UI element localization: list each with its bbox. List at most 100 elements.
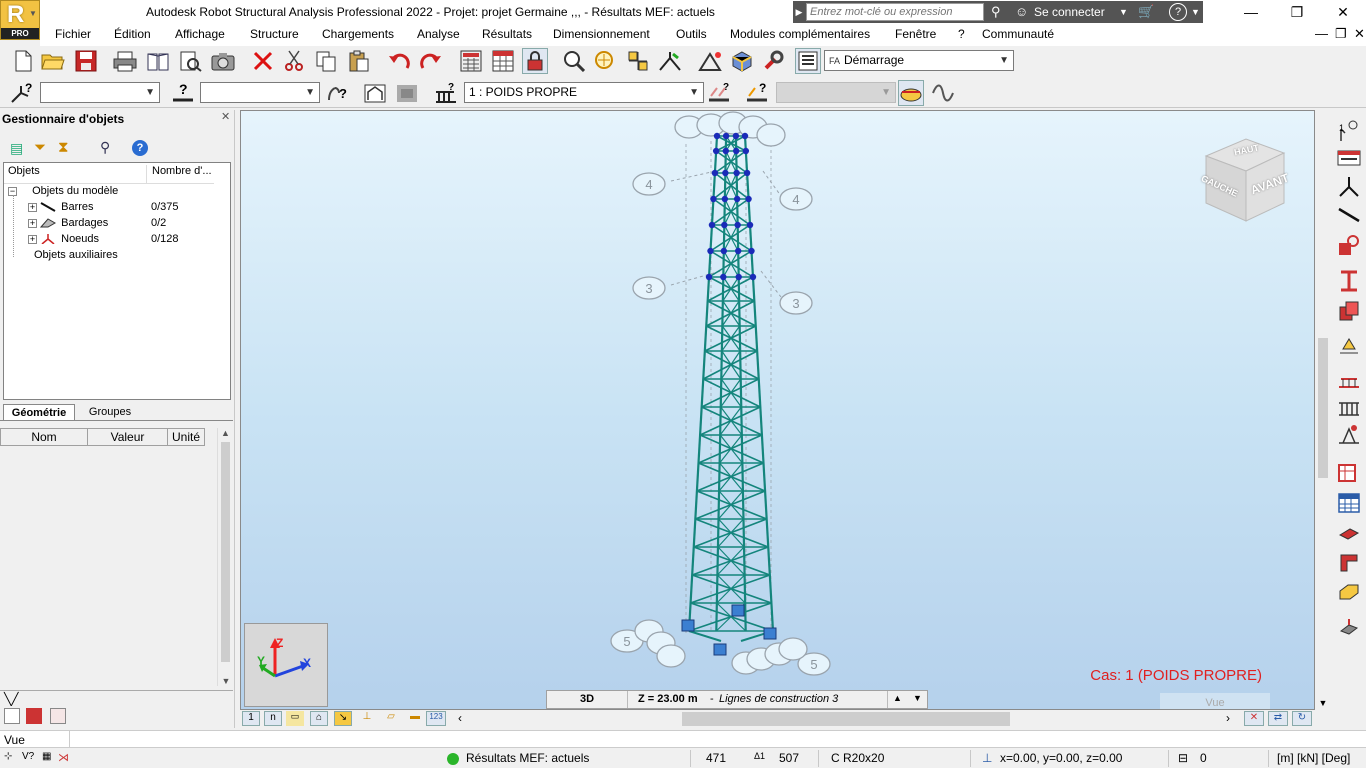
undo-icon[interactable] [386, 48, 412, 74]
menu-outils[interactable]: Outils [676, 27, 707, 41]
screen-capture-icon[interactable] [210, 48, 236, 74]
nodes-icon[interactable] [1336, 174, 1362, 200]
bar-selection-combo[interactable]: ▼ [200, 82, 320, 103]
zoom-window-icon[interactable] [592, 48, 618, 74]
print-icon[interactable] [112, 48, 138, 74]
loads-icon[interactable] [1336, 366, 1362, 392]
zoom-icon[interactable] [561, 48, 587, 74]
delete-icon[interactable] [250, 48, 276, 74]
section-view-icon[interactable] [26, 708, 42, 724]
load-definition-icon[interactable]: ? [706, 80, 732, 106]
search-icon[interactable]: ⚲ [100, 139, 110, 156]
expand-icon[interactable]: + [28, 202, 37, 212]
scroll-down-icon[interactable]: ▼ [1315, 698, 1331, 708]
settings-wrench-icon[interactable] [760, 48, 786, 74]
hide-icon[interactable]: ✕ [1244, 711, 1264, 726]
menu-resultats[interactable]: Résultats [482, 27, 532, 41]
tree-view-icon[interactable] [4, 708, 20, 724]
tree-row-claddings[interactable]: + Bardages 0/2 [28, 217, 218, 229]
binoculars-icon[interactable]: ⚲ [991, 3, 1001, 21]
table-icon[interactable] [490, 48, 516, 74]
chevron-down-icon[interactable]: ▼ [1119, 3, 1128, 21]
units[interactable]: [m] [kN] [Deg] [1277, 751, 1350, 765]
pan-icon[interactable] [625, 48, 651, 74]
bar-numbers-icon[interactable]: n [264, 711, 282, 726]
numbering-icon[interactable]: 123 [426, 711, 446, 726]
scroll-right-icon[interactable]: › [1226, 711, 1230, 725]
tab-groupes[interactable]: Groupes [80, 404, 140, 420]
prop-header-value[interactable]: Valeur [87, 428, 168, 446]
resize-grip-icon[interactable]: ╲╱ [4, 692, 18, 706]
tree-row-nodes[interactable]: + Noeuds 0/128 [28, 233, 218, 245]
spreadsheet-icon[interactable] [1336, 490, 1362, 516]
level-down-icon[interactable]: ▼ [913, 693, 922, 703]
hand-query-icon[interactable]: ? [324, 80, 350, 106]
scroll-thumb[interactable] [221, 442, 230, 662]
filter-icon[interactable]: ⏷ [34, 139, 46, 156]
bars-icon[interactable] [1336, 202, 1362, 228]
filter-list-icon[interactable]: ▤ [10, 140, 23, 157]
load-case-query-icon[interactable]: ? [433, 80, 459, 106]
menu-edition[interactable]: Édition [114, 27, 151, 41]
vue-input[interactable] [0, 731, 70, 748]
releases-icon[interactable] [1336, 332, 1362, 358]
bar-query-icon[interactable]: ? [170, 80, 196, 106]
menu-analyse[interactable]: Analyse [417, 27, 460, 41]
refresh-view-icon[interactable]: ↻ [1292, 711, 1312, 726]
cut-icon[interactable] [281, 48, 307, 74]
prop-header-unit[interactable]: Unité [167, 428, 205, 446]
connections-icon[interactable] [1336, 614, 1362, 640]
table-view-icon[interactable] [50, 708, 66, 724]
clear-filter-icon[interactable]: ⧗ [58, 139, 69, 156]
view-cube[interactable]: HAUT AVANT GAUCHE [1196, 131, 1292, 227]
mdi-close-button[interactable]: ✕ [1354, 26, 1365, 42]
view-mode[interactable]: 3D [580, 693, 594, 705]
help-icon[interactable]: ? [1169, 3, 1187, 21]
menu-fenetre[interactable]: Fenêtre [895, 27, 936, 41]
releases-display-icon[interactable]: ⊥ [358, 711, 376, 726]
new-file-icon[interactable] [10, 48, 36, 74]
analysis-icon[interactable] [1336, 422, 1362, 448]
restore-button[interactable]: ❐ [1274, 0, 1320, 24]
menu-fichier[interactable]: Fichier [55, 27, 91, 41]
select-structure-icon[interactable] [657, 48, 683, 74]
tab-geometrie[interactable]: Géométrie [3, 404, 75, 420]
menu-affichage[interactable]: Affichage [175, 27, 225, 41]
rc-design-icon[interactable] [1336, 550, 1362, 576]
col-count-header[interactable]: Nombre d'... [150, 165, 220, 183]
load-case-select[interactable]: 1 : POIDS PROPRE ▼ [464, 82, 704, 103]
tree-row-model[interactable]: − Objets du modèle [8, 185, 118, 197]
close-button[interactable]: ✕ [1320, 0, 1366, 24]
loads-display-icon[interactable]: ↘ [334, 711, 352, 726]
section-properties-icon[interactable] [1336, 146, 1362, 172]
3d-viewport[interactable]: 4 4 3 3 5 5 HAUT AVANT GAUCHE Cas: 1 (PO… [240, 110, 1315, 710]
menu-communaute[interactable]: Communauté [982, 27, 1054, 41]
open-file-icon[interactable] [40, 48, 66, 74]
section-shape-icon[interactable]: ▭ [286, 711, 304, 726]
lock-icon[interactable] [522, 48, 548, 74]
supports-display-icon[interactable]: ⌂ [310, 711, 328, 726]
query-mode-icon[interactable]: V? [22, 751, 34, 762]
print-preview-icon[interactable] [145, 48, 171, 74]
load-table-icon[interactable] [1336, 394, 1362, 420]
mdi-minimize-button[interactable]: — [1315, 26, 1328, 41]
snap-icon[interactable]: ⋊ [58, 751, 69, 764]
selection-combo[interactable]: ▼ [40, 82, 160, 103]
tree-row-bars[interactable]: + Barres 0/375 [28, 201, 218, 213]
scroll-up-icon[interactable]: ▲ [218, 428, 233, 438]
panels-display-icon[interactable]: ▱ [382, 711, 400, 726]
layout-icon[interactable] [795, 48, 821, 74]
section-icon[interactable] [1336, 268, 1362, 294]
app-menu-button[interactable]: R ▼ PRO [0, 0, 40, 40]
display-toggle-icon[interactable] [362, 80, 388, 106]
results-tables-icon[interactable] [1336, 460, 1362, 486]
expand-icon[interactable]: + [28, 234, 37, 244]
select-query-icon[interactable]: ? [8, 80, 34, 106]
cart-icon[interactable]: 🛒 [1138, 3, 1154, 21]
layout-select[interactable]: FA Démarrage ▼ [824, 50, 1014, 71]
materials-icon[interactable] [1336, 298, 1362, 324]
expand-arrow-icon[interactable]: ▶ [793, 1, 805, 23]
modal-shape-icon[interactable] [930, 80, 956, 106]
tree-row-auxiliary[interactable]: Objets auxiliaires [34, 249, 118, 261]
viewport-vscrollbar[interactable]: ▼ [1315, 110, 1331, 710]
